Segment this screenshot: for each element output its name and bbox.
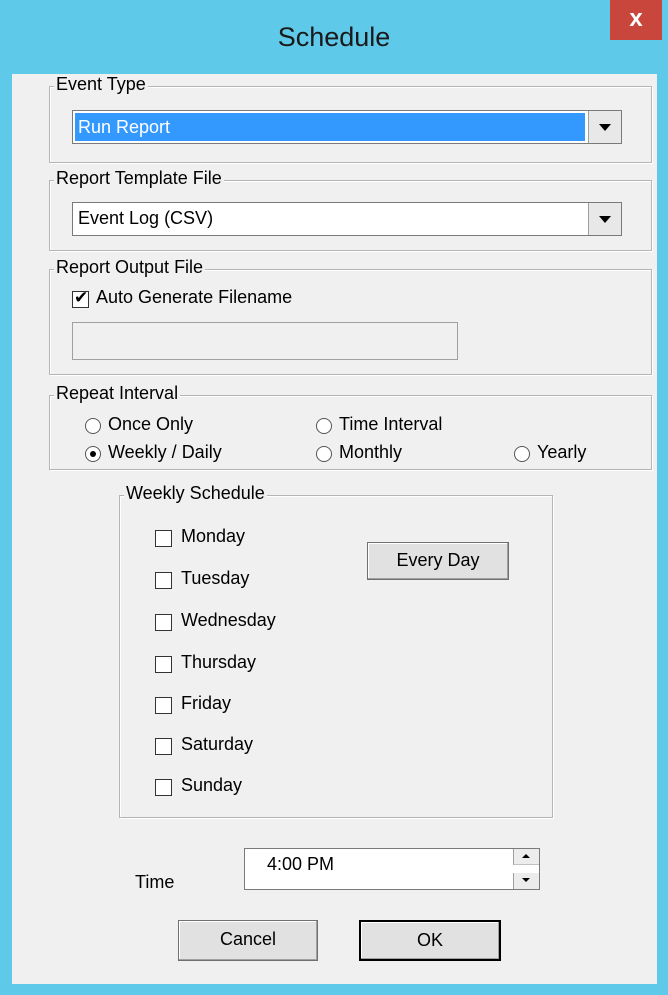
radio-once-only[interactable] [85, 418, 101, 434]
yearly-label: Yearly [537, 442, 587, 462]
repeat-interval-group: Repeat Interval Once Only Time Interval … [49, 383, 652, 470]
tuesday-label: Tuesday [181, 568, 250, 588]
radio-weekly-daily[interactable] [85, 446, 101, 462]
monthly-label: Monthly [339, 442, 403, 462]
radio-yearly[interactable] [514, 446, 530, 462]
ok-button[interactable]: OK [359, 920, 501, 961]
checkbox-sunday[interactable] [155, 779, 172, 796]
dialog-client: Event Type Run Report Report Template Fi… [12, 74, 657, 984]
radio-time-interval[interactable] [316, 418, 332, 434]
time-interval-label: Time Interval [339, 414, 443, 434]
event-type-legend: Event Type [54, 74, 148, 95]
chevron-down-icon[interactable] [588, 203, 621, 235]
time-value: 4:00 PM [267, 854, 335, 874]
close-icon[interactable]: x [610, 0, 662, 40]
sunday-label: Sunday [181, 775, 243, 795]
weekly-schedule-group: Weekly Schedule Monday Tuesday Wednesday… [119, 483, 553, 818]
chevron-down-icon[interactable] [588, 111, 621, 143]
report-template-group: Report Template File Event Log (CSV) [49, 168, 652, 251]
report-template-value: Event Log (CSV) [78, 208, 214, 228]
report-output-legend: Report Output File [54, 257, 206, 278]
cancel-button[interactable]: Cancel [178, 920, 318, 961]
checkbox-friday[interactable] [155, 697, 172, 714]
checkbox-saturday[interactable] [155, 738, 172, 755]
schedule-window: Schedule x Event Type Run Report Report … [0, 0, 668, 995]
wednesday-label: Wednesday [181, 610, 276, 630]
checkbox-monday[interactable] [155, 530, 172, 547]
friday-label: Friday [181, 693, 232, 713]
event-type-group: Event Type Run Report [49, 74, 652, 163]
saturday-label: Saturday [181, 734, 254, 754]
checkbox-wednesday[interactable] [155, 614, 172, 631]
once-only-label: Once Only [108, 414, 194, 434]
spin-down-icon[interactable] [513, 873, 539, 889]
thursday-label: Thursday [181, 652, 257, 672]
report-template-legend: Report Template File [54, 168, 224, 189]
weekly-daily-label: Weekly / Daily [108, 442, 222, 462]
every-day-button[interactable]: Every Day [367, 542, 509, 580]
checkbox-thursday[interactable] [155, 656, 172, 673]
window-title: Schedule [277, 22, 391, 52]
monday-label: Monday [181, 526, 246, 546]
weekly-schedule-legend: Weekly Schedule [124, 483, 267, 504]
event-type-select[interactable]: Run Report [72, 110, 622, 144]
auto-generate-label: Auto Generate Filename [96, 287, 293, 307]
time-label: Time [135, 872, 175, 892]
time-spinner[interactable]: 4:00 PM [244, 848, 540, 890]
event-type-value: Run Report [75, 113, 585, 141]
auto-generate-checkbox[interactable] [72, 288, 89, 308]
checkbox-tuesday[interactable] [155, 572, 172, 589]
repeat-interval-legend: Repeat Interval [54, 383, 181, 404]
report-output-group: Report Output File Auto Generate Filenam… [49, 257, 652, 375]
report-template-select[interactable]: Event Log (CSV) [72, 202, 622, 236]
output-filename-field[interactable] [72, 322, 458, 360]
spin-up-icon[interactable] [513, 849, 539, 865]
radio-monthly[interactable] [316, 446, 332, 462]
